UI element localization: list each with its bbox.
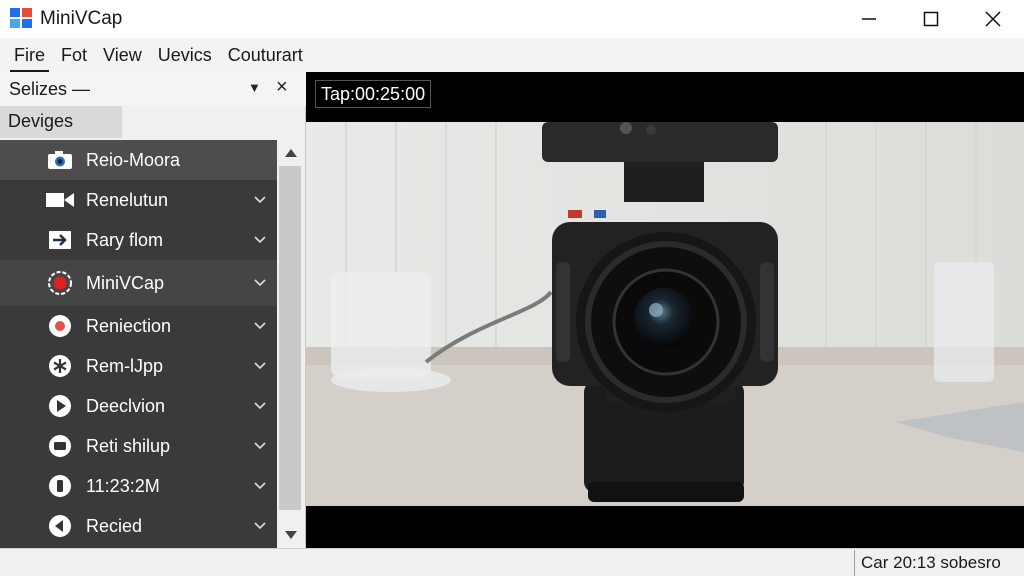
scrollbar[interactable]	[277, 140, 305, 548]
back-icon	[46, 513, 74, 539]
panel-header: Selizes — ▼ ×	[0, 72, 306, 106]
list-item[interactable]: Renelutun	[0, 180, 277, 220]
list-item-label: Reti shilup	[86, 436, 171, 456]
list-item[interactable]: Rem-lJpp	[0, 346, 277, 386]
list-item-label: Reio-Moora	[86, 150, 181, 170]
scroll-thumb[interactable]	[279, 166, 301, 510]
list-item[interactable]: Recied	[0, 506, 277, 546]
list-item[interactable]: Reniection	[0, 306, 277, 346]
list-item-label: Reniection	[86, 316, 172, 336]
list-item[interactable]: MiniVCap	[0, 260, 277, 306]
window-title: MiniVCap	[40, 8, 123, 29]
record-dot-icon	[46, 313, 74, 339]
devices-section-header[interactable]: Deviges	[0, 106, 122, 138]
list-item[interactable]: 11:23:2M	[0, 466, 277, 506]
chevron-down-icon[interactable]	[252, 275, 268, 291]
menu-devices[interactable]: Uevics	[150, 38, 220, 72]
camera-icon	[46, 147, 74, 173]
menu-file[interactable]: Fire	[6, 38, 53, 72]
record-icon	[46, 270, 74, 296]
chevron-down-icon[interactable]	[252, 398, 268, 414]
list-item-label: 11:23:2M	[86, 476, 160, 496]
chevron-down-icon[interactable]	[252, 232, 268, 248]
list-item-label: Recied	[86, 516, 143, 536]
menu-capture[interactable]: Couturart	[220, 38, 311, 72]
minimize-button[interactable]	[838, 0, 900, 38]
maximize-icon	[923, 11, 939, 27]
device-list: Reio-Moora Renelutun Rary flom MiniVCap	[0, 140, 277, 548]
list-item[interactable]: Reti shilup	[0, 426, 277, 466]
chevron-down-icon[interactable]	[252, 358, 268, 374]
list-item-label: MiniVCap	[86, 273, 165, 293]
arrow-right-icon	[46, 227, 74, 253]
status-bar: Car 20:13 sobesro	[0, 548, 1024, 576]
asterisk-icon	[46, 353, 74, 379]
list-item-label: Renelutun	[86, 190, 169, 210]
chevron-down-icon[interactable]: ▼	[248, 80, 261, 95]
maximize-button[interactable]	[900, 0, 962, 38]
webcam-image	[306, 122, 1024, 506]
scroll-up-icon[interactable]	[283, 146, 299, 160]
list-item-label: Rary flom	[86, 230, 164, 250]
panel-close-icon[interactable]: ×	[276, 76, 288, 99]
menu-edit[interactable]: Fot	[53, 38, 95, 72]
stop-icon	[46, 433, 74, 459]
list-item[interactable]: Reio-Moora	[0, 140, 277, 180]
minimize-icon	[862, 18, 876, 20]
side-panel: Selizes — ▼ × Deviges Reio-Moora Renelut…	[0, 72, 306, 548]
status-text: Car 20:13 sobesro	[854, 550, 1024, 576]
video-preview[interactable]: Tap:00:25:00	[306, 72, 1024, 548]
list-item[interactable]: Rary flom	[0, 220, 277, 260]
chevron-down-icon[interactable]	[252, 192, 268, 208]
close-button[interactable]	[962, 0, 1024, 38]
chevron-down-icon[interactable]	[252, 478, 268, 494]
app-icon	[10, 8, 32, 28]
panel-title: Selizes —	[9, 79, 91, 99]
chevron-down-icon[interactable]	[252, 318, 268, 334]
close-icon	[985, 11, 1001, 27]
list-item-label: Deeclvion	[86, 396, 166, 416]
timer-readout: Tap:00:25:00	[315, 80, 432, 108]
list-item-label: Rem-lJpp	[86, 356, 164, 376]
chevron-down-icon[interactable]	[252, 518, 268, 534]
video-camera-icon	[46, 187, 74, 213]
scroll-down-icon[interactable]	[283, 528, 299, 542]
menu-view[interactable]: View	[95, 38, 150, 72]
section-title: Deviges	[8, 111, 74, 131]
pause-icon	[46, 473, 74, 499]
title-bar: MiniVCap	[0, 0, 1024, 38]
camera-frame	[306, 122, 1024, 506]
list-item[interactable]: Deeclvion	[0, 386, 277, 426]
chevron-down-icon[interactable]	[252, 438, 268, 454]
menu-bar: Fire Fot View Uevics Couturart	[0, 38, 1024, 72]
play-icon	[46, 393, 74, 419]
